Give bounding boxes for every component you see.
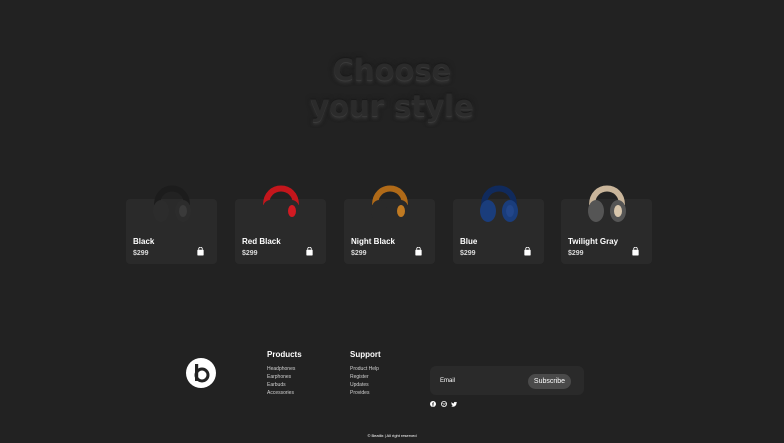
hero-title-line2: your style <box>310 89 474 123</box>
footer-link-register[interactable]: Register <box>350 373 369 381</box>
product-name: Red Black <box>242 237 281 246</box>
product-price: $299 <box>460 250 476 257</box>
copyright-text: © Beatlix | All right reserved <box>367 433 417 438</box>
footer-support-title: Support <box>350 350 381 359</box>
headphones-black-icon <box>153 185 191 222</box>
headphones-blue-icon <box>480 185 518 222</box>
facebook-icon[interactable] <box>430 401 436 407</box>
product-price: $299 <box>351 250 367 257</box>
hero-title: Choose your style <box>0 52 784 124</box>
product-price: $299 <box>242 250 258 257</box>
product-name: Night Black <box>351 237 396 246</box>
footer-link-earphones[interactable]: Earphones <box>267 373 291 381</box>
footer-link-updates[interactable]: Updates <box>350 381 369 389</box>
hero-title-line1: Choose <box>332 53 452 87</box>
footer-link-provides[interactable]: Provides <box>350 389 369 397</box>
email-field[interactable]: Email <box>440 378 455 384</box>
beats-logo[interactable] <box>186 358 216 388</box>
dribbble-icon[interactable] <box>441 401 447 407</box>
newsletter-form: Email Subscribe <box>430 366 584 395</box>
shopping-bag-icon[interactable] <box>631 247 640 256</box>
headphones-gray-icon <box>588 185 626 222</box>
shopping-bag-icon[interactable] <box>414 247 423 256</box>
product-price: $299 <box>133 250 149 257</box>
product-name: Twilight Gray <box>568 237 619 246</box>
headphones-red-icon <box>262 185 300 222</box>
footer-products-title: Products <box>267 350 302 359</box>
product-price: $299 <box>568 250 584 257</box>
footer-link-earbuds[interactable]: Earbuds <box>267 381 286 389</box>
product-name: Black <box>133 237 155 246</box>
twitter-icon[interactable] <box>451 401 457 407</box>
shopping-bag-icon[interactable] <box>305 247 314 256</box>
subscribe-button[interactable]: Subscribe <box>528 374 571 389</box>
footer-link-headphones[interactable]: Headphones <box>267 365 295 373</box>
headphones-gold-icon <box>371 185 409 222</box>
footer-link-product-help[interactable]: Product Help <box>350 365 379 373</box>
shopping-bag-icon[interactable] <box>523 247 532 256</box>
product-name: Blue <box>460 237 478 246</box>
footer-link-accessories[interactable]: Accessories <box>267 389 294 397</box>
shopping-bag-icon[interactable] <box>196 247 205 256</box>
